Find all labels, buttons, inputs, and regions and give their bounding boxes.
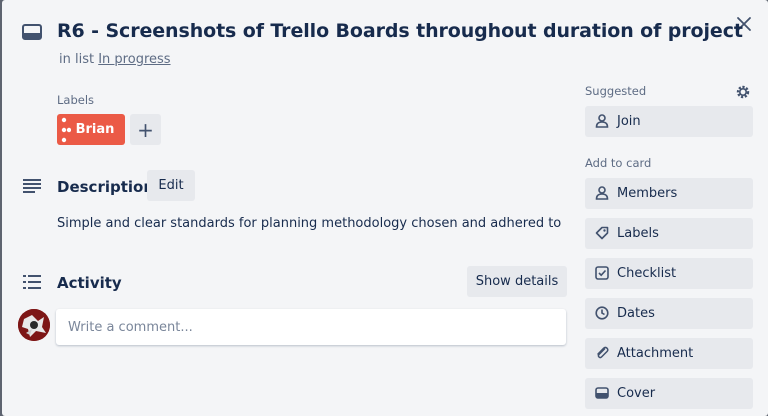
cover-label: Cover <box>617 386 656 401</box>
dates-button[interactable]: Dates <box>585 298 753 329</box>
checklist-button[interactable]: Checklist <box>585 258 753 289</box>
gear-icon <box>736 85 750 99</box>
attachment-label: Attachment <box>617 346 694 361</box>
labels-heading: Labels <box>57 93 95 107</box>
paperclip-icon <box>597 346 609 359</box>
label-dots-icon <box>61 117 71 143</box>
label-name: Brian <box>75 122 115 137</box>
comment-input[interactable] <box>56 309 566 345</box>
suggested-heading: Suggested <box>585 84 647 98</box>
members-button[interactable]: Members <box>585 178 753 209</box>
dates-label: Dates <box>617 306 655 321</box>
tag-icon <box>595 226 609 240</box>
cover-icon <box>595 387 609 399</box>
labels-button[interactable]: Labels <box>585 218 753 249</box>
activity-heading: Activity <box>57 274 122 292</box>
label-chip-brian[interactable]: Brian <box>57 114 125 145</box>
card-detail-modal: R6 - Screenshots of Trello Boards throug… <box>2 0 768 416</box>
labels-label: Labels <box>617 226 659 241</box>
description-text[interactable]: Simple and clear standards for planning … <box>57 216 561 231</box>
avatar-image <box>18 309 50 341</box>
in-list-text: in list In progress <box>59 52 171 67</box>
card-icon <box>22 24 42 40</box>
show-details-button[interactable]: Show details <box>467 266 567 297</box>
description-icon <box>23 179 41 193</box>
person-icon <box>595 114 609 128</box>
clock-icon <box>595 306 609 320</box>
list-link[interactable]: In progress <box>98 52 170 67</box>
cover-button[interactable]: Cover <box>585 378 753 409</box>
join-button[interactable]: Join <box>585 106 753 137</box>
add-label-button[interactable]: + <box>130 114 161 145</box>
suggested-settings-button[interactable] <box>733 82 753 102</box>
join-label: Join <box>617 114 641 129</box>
edit-description-button[interactable]: Edit <box>147 170 195 201</box>
checkbox-icon <box>595 266 609 280</box>
person-icon <box>595 186 609 200</box>
members-label: Members <box>617 186 678 201</box>
description-heading: Description <box>57 178 155 196</box>
avatar[interactable] <box>18 309 50 341</box>
plus-icon: + <box>137 117 154 142</box>
add-to-card-heading: Add to card <box>585 156 652 170</box>
checklist-label: Checklist <box>617 266 677 281</box>
in-list-prefix: in list <box>59 52 95 67</box>
activity-icon <box>23 275 41 289</box>
attachment-button[interactable]: Attachment <box>585 338 753 369</box>
card-title[interactable]: R6 - Screenshots of Trello Boards throug… <box>57 20 743 42</box>
